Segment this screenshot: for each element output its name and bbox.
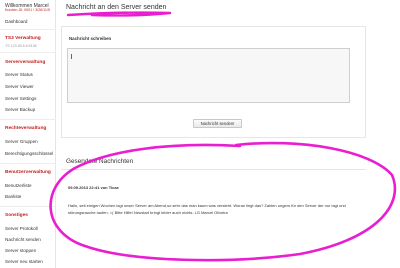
message-form-panel: Nachricht schreiben Nachricht senden! [61, 26, 366, 138]
sidebar-heading-misc: Sonstiges [5, 213, 28, 218]
sidebar-item-permission-keys[interactable]: Berechtigungsschlüssel [5, 151, 53, 156]
sidebar-item-server-settings[interactable]: Server Settings [5, 96, 36, 101]
page-title: Nachricht an den Server senden [66, 4, 167, 11]
sidebar-item-ban-list[interactable]: Banliste [5, 194, 21, 199]
sidebar-item-stop-server[interactable]: Server stoppen [5, 248, 36, 253]
sidebar-item-server-backup[interactable]: Server Backup [5, 107, 35, 112]
sidebar-heading-rights: Rechteverwaltung [5, 126, 47, 131]
sidebar-divider [0, 206, 56, 207]
sent-message-meta: 09.09.2013 22:41 von Ticae [68, 185, 119, 190]
sidebar-item-dashboard[interactable]: Dashboard [5, 19, 27, 24]
sidebar-divider [0, 163, 56, 164]
sidebar-divider [0, 29, 56, 30]
sidebar-heading-users: Benutzerverwaltung [5, 170, 51, 175]
sidebar-divider [0, 119, 56, 120]
sidebar-divider [0, 52, 56, 53]
sidebar-item-user-list[interactable]: Benutzerliste [5, 183, 32, 188]
sidebar-item-send-message[interactable]: Nachricht senden [5, 237, 41, 242]
send-message-button[interactable]: Nachricht senden! [193, 119, 242, 128]
message-label: Nachricht schreiben [69, 36, 112, 41]
sidebar-item-server-status[interactable]: Server Status [5, 72, 33, 77]
message-textarea[interactable] [67, 48, 350, 103]
sidebar-item-server-viewer[interactable]: Server Viewer [5, 84, 34, 89]
ts3-server-address: TS 123.45.6.8:9136 [5, 44, 37, 48]
title-underline-mark [66, 11, 172, 17]
sidebar-heading-server: Serververwaltung [5, 60, 46, 65]
customer-id: Kunden-ID: 0001 / 3/26/11/5 [5, 8, 50, 12]
sidebar-heading-ts3: TS3 Verwaltung [5, 36, 41, 41]
sent-messages-title: Gesendete Nachrichten [66, 158, 134, 165]
text-caret [71, 54, 72, 59]
sidebar-item-server-groups[interactable]: Server Gruppen [5, 139, 38, 144]
section-divider [61, 169, 366, 170]
sent-message-body: Hallo, seit einigen Wochen lagt unser Se… [68, 203, 346, 215]
sidebar-item-server-log[interactable]: Server Protokoll [5, 226, 38, 231]
sidebar-item-restart-server[interactable]: Server neu starten [5, 259, 43, 264]
sidebar: Willkommen Marcel Kunden-ID: 0001 / 3/26… [0, 0, 56, 268]
